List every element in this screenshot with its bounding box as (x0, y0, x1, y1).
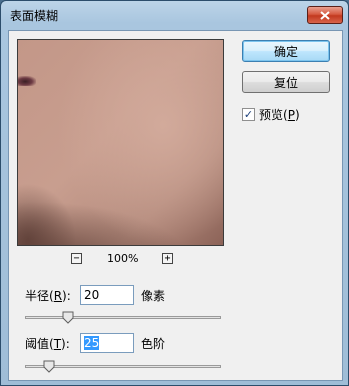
zoom-controls: − 100% + (17, 252, 224, 267)
dialog-window: 表面模糊 − 100% + 确定 复位 ✓ 预览(P) 半径(R): 20 像素 (0, 0, 349, 386)
zoom-in-button[interactable]: + (162, 253, 173, 264)
zoom-level: 100% (107, 252, 139, 265)
dialog-title: 表面模糊 (10, 9, 59, 23)
threshold-slider[interactable] (25, 360, 221, 374)
preview-checkbox-label: 预览(P) (259, 107, 300, 122)
radius-unit: 像素 (141, 288, 166, 303)
radius-row: 半径(R): 20 像素 (25, 285, 165, 305)
title-bar[interactable]: 表面模糊 (1, 1, 348, 29)
close-button[interactable] (307, 6, 343, 24)
threshold-slider-thumb[interactable] (43, 360, 55, 373)
preview-checkbox[interactable]: ✓ (242, 107, 255, 121)
threshold-input[interactable]: 25 (80, 333, 134, 353)
preview-checkbox-row[interactable]: ✓ 预览(P) (242, 106, 300, 122)
checkmark-icon: ✓ (243, 107, 254, 121)
radius-slider[interactable] (25, 311, 221, 325)
radius-label: 半径(R): (25, 288, 71, 303)
radius-slider-track (25, 316, 221, 319)
threshold-label: 阈值(T): (25, 336, 70, 351)
dialog-client-area: − 100% + 确定 复位 ✓ 预览(P) 半径(R): 20 像素 阈值(T… (8, 30, 343, 381)
preview-image-eye-detail (18, 76, 36, 86)
threshold-unit: 色阶 (141, 336, 166, 351)
radius-slider-thumb[interactable] (62, 311, 74, 324)
zoom-out-button[interactable]: − (71, 253, 82, 264)
ok-button[interactable]: 确定 (242, 40, 330, 62)
close-icon (320, 10, 330, 20)
preview-image[interactable] (17, 39, 224, 246)
threshold-row: 阈值(T): 25 色阶 (25, 333, 165, 353)
radius-input[interactable]: 20 (80, 285, 134, 305)
reset-button[interactable]: 复位 (242, 71, 330, 93)
